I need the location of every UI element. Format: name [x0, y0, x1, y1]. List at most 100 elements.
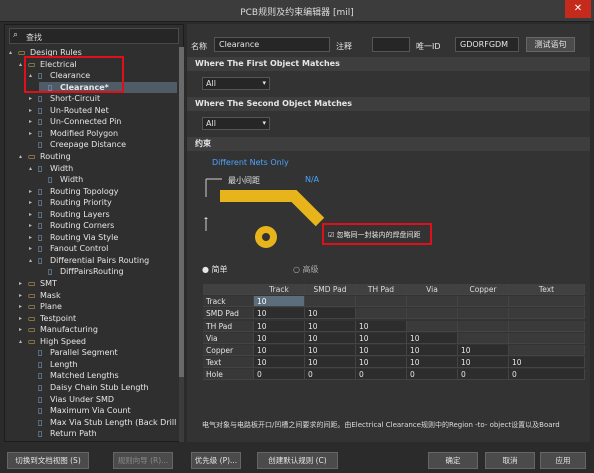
switch-view-button[interactable]: 切换到文档视图 (S): [7, 452, 89, 469]
tree-item[interactable]: ▴ ▯ Width: [29, 163, 177, 174]
tree-item[interactable]: ▯ Parallel Segment: [29, 347, 177, 358]
matrix-cell[interactable]: 10: [254, 308, 305, 320]
tree-item[interactable]: ▴ ▭ High Speed: [19, 336, 177, 347]
matrix-cell[interactable]: 10: [356, 357, 407, 369]
collapse-icon[interactable]: ▴: [19, 336, 27, 347]
first-match-dropdown[interactable]: All ▾: [202, 77, 270, 90]
mode-advanced-radio[interactable]: ○ 高级: [293, 264, 319, 275]
matrix-cell[interactable]: 0: [407, 369, 458, 381]
constraints-header: 约束: [187, 137, 590, 151]
expand-icon[interactable]: ▸: [29, 243, 37, 254]
ok-button[interactable]: 确定: [428, 452, 478, 469]
second-match-dropdown[interactable]: All ▾: [202, 117, 270, 130]
matrix-cell[interactable]: 10: [254, 320, 305, 332]
tree-item[interactable]: ▯ Vias Under SMD: [29, 394, 177, 405]
expand-icon[interactable]: ▸: [19, 313, 27, 324]
matrix-cell[interactable]: 10: [305, 308, 356, 320]
collapse-icon[interactable]: ▴: [9, 47, 17, 58]
expand-icon[interactable]: ▸: [29, 186, 37, 197]
expand-icon[interactable]: ▸: [19, 324, 27, 335]
expand-icon[interactable]: ▸: [29, 128, 37, 139]
cancel-button[interactable]: 取消: [485, 452, 535, 469]
rule-wizard-button[interactable]: 规则向导 (R)...: [113, 452, 173, 469]
tree-item[interactable]: ▯ Daisy Chain Stub Length: [29, 382, 177, 393]
tree-item[interactable]: ▸ ▭ Testpoint: [19, 313, 177, 324]
matrix-cell[interactable]: 10: [458, 357, 509, 369]
matrix-cell[interactable]: 10: [356, 320, 407, 332]
tree-item[interactable]: ▸ ▯ Modified Polygon: [29, 128, 177, 139]
tree-item[interactable]: ▸ ▭ Manufacturing: [19, 324, 177, 335]
tree-scrollbar[interactable]: [179, 47, 184, 442]
tree-item[interactable]: ▯ Return Path: [29, 428, 177, 439]
tree-item[interactable]: ▸ ▭ Plane: [19, 301, 177, 312]
tree-item[interactable]: ▯ Length: [29, 359, 177, 370]
expand-icon[interactable]: ▸: [29, 232, 37, 243]
name-field[interactable]: Clearance: [214, 37, 330, 52]
tree-item[interactable]: ▸ ▯ Fanout Control: [29, 243, 177, 254]
collapse-icon[interactable]: ▴: [29, 255, 37, 266]
matrix-cell[interactable]: 10: [407, 357, 458, 369]
search-input[interactable]: ⌕ 查找: [9, 28, 179, 44]
rule-tree[interactable]: ▴ ▭ Design Rules ▴ ▭ Electrical ▴ ▯ Clearance ▯ Cl…: [5, 47, 177, 442]
matrix-cell[interactable]: 10: [254, 332, 305, 344]
tree-item[interactable]: ▸ ▯ Un-Connected Pin: [29, 116, 177, 127]
test-query-button[interactable]: 测试语句: [526, 37, 575, 52]
tree-item[interactable]: ▸ ▯ Un-Routed Net: [29, 105, 177, 116]
priority-button[interactable]: 优先级 (P)...: [191, 452, 241, 469]
matrix-cell[interactable]: 10: [305, 332, 356, 344]
tree-item[interactable]: ▸ ▯ Routing Corners: [29, 220, 177, 231]
matrix-cell[interactable]: 10: [407, 345, 458, 356]
apply-button[interactable]: 应用: [540, 452, 586, 469]
expand-icon[interactable]: ▸: [19, 278, 27, 289]
matrix-cell[interactable]: 10: [254, 345, 305, 356]
uid-field[interactable]: GDORFGDM: [455, 37, 519, 52]
tree-item[interactable]: ▸ ▯ Routing Priority: [29, 197, 177, 208]
tree-item[interactable]: ▸ ▯ Short-Circuit: [29, 93, 177, 104]
tree-item[interactable]: ▯ DiffPairsRouting: [39, 266, 177, 277]
matrix-cell[interactable]: 10: [458, 345, 509, 356]
close-button[interactable]: ✕: [565, 0, 591, 18]
matrix-cell[interactable]: 10: [305, 345, 356, 356]
expand-icon[interactable]: ▸: [29, 209, 37, 220]
expand-icon[interactable]: ▸: [29, 105, 37, 116]
tree-item[interactable]: ▸ ▭ SMT: [19, 278, 177, 289]
matrix-cell[interactable]: 0: [254, 369, 305, 381]
tree-item-label: Routing Topology: [50, 186, 119, 196]
tree-item[interactable]: ▴ ▭ Routing: [19, 151, 177, 162]
matrix-cell[interactable]: 0: [458, 369, 509, 381]
expand-icon[interactable]: ▸: [29, 93, 37, 104]
matrix-cell[interactable]: 10: [305, 357, 356, 369]
matrix-cell[interactable]: 10: [356, 345, 407, 356]
expand-icon[interactable]: ▸: [29, 197, 37, 208]
tree-item[interactable]: ▯ Matched Lengths: [29, 370, 177, 381]
expand-icon[interactable]: ▸: [19, 301, 27, 312]
tree-item[interactable]: ▸ ▭ Mask: [19, 290, 177, 301]
matrix-cell[interactable]: 0: [305, 369, 356, 381]
matrix-cell[interactable]: 10: [407, 332, 458, 344]
matrix-cell[interactable]: 10: [254, 296, 305, 308]
tree-item[interactable]: ▴ ▯ Differential Pairs Routing: [29, 255, 177, 266]
expand-icon[interactable]: ▸: [19, 290, 27, 301]
create-default-rules-button[interactable]: 创建默认规则 (C): [257, 452, 338, 469]
tree-item[interactable]: ▯ Creepage Distance: [29, 139, 177, 150]
comment-field[interactable]: [372, 37, 410, 52]
matrix-cell[interactable]: 10: [509, 357, 585, 369]
scrollbar-thumb[interactable]: [179, 47, 184, 377]
expand-icon[interactable]: ▸: [29, 116, 37, 127]
matrix-cell[interactable]: 10: [356, 332, 407, 344]
clearance-matrix[interactable]: Track SMD Pad TH Pad Via Copper Text Track 10 SM…: [203, 284, 585, 381]
matrix-cell[interactable]: 0: [356, 369, 407, 381]
mode-simple-radio[interactable]: ● 简单: [202, 264, 228, 275]
collapse-icon[interactable]: ▴: [19, 151, 27, 162]
matrix-cell[interactable]: 0: [509, 369, 585, 381]
collapse-icon[interactable]: ▴: [29, 163, 37, 174]
tree-item[interactable]: ▯ Maximum Via Count: [29, 405, 177, 416]
matrix-cell[interactable]: 10: [305, 320, 356, 332]
tree-item[interactable]: ▯ Max Via Stub Length (Back Drilling): [29, 417, 177, 428]
expand-icon[interactable]: ▸: [29, 220, 37, 231]
matrix-cell[interactable]: 10: [254, 357, 305, 369]
tree-item[interactable]: ▸ ▯ Routing Topology: [29, 186, 177, 197]
tree-item[interactable]: ▯ Width: [39, 174, 177, 185]
tree-item[interactable]: ▸ ▯ Routing Layers: [29, 209, 177, 220]
tree-item[interactable]: ▸ ▯ Routing Via Style: [29, 232, 177, 243]
